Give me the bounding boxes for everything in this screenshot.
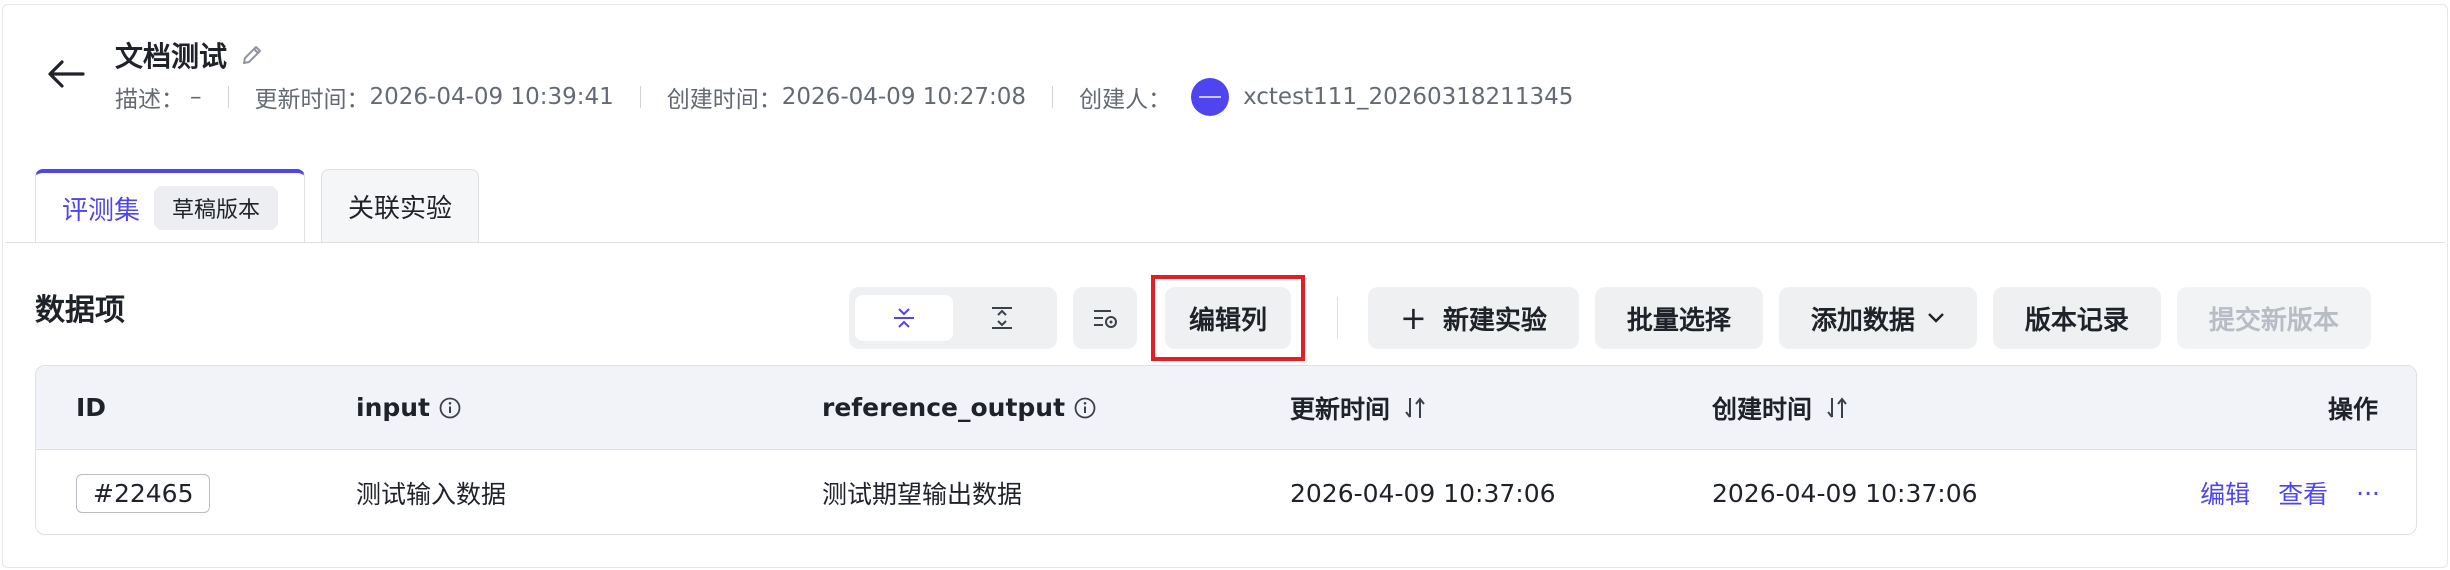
page-frame: 文档测试 描述： – 更新时间： 2026-04-09 10:39:41 创建时…	[2, 4, 2448, 568]
created-meta: 创建时间： 2026-04-09 10:27:08	[667, 80, 1026, 114]
info-icon[interactable]	[1073, 396, 1097, 420]
updated-label: 更新时间：	[254, 87, 370, 113]
add-data-button[interactable]: 添加数据	[1778, 287, 1977, 349]
title-row: 文档测试	[115, 35, 265, 75]
edit-columns-button[interactable]: 编辑列	[1164, 287, 1291, 349]
created-label: 创建时间：	[666, 87, 782, 113]
row-created-at: 2026-04-09 10:37:06	[1712, 478, 1978, 508]
meta-divider	[639, 86, 641, 108]
toolbar: 编辑列 + 新建实验 批量选择 添加数据 版本记录 提交新版本	[849, 275, 2371, 361]
version-history-button[interactable]: 版本记录	[1992, 287, 2161, 349]
col-actions-label: 操作	[2327, 394, 2378, 424]
creator-label: 创建人：	[1079, 87, 1172, 113]
col-updated-at[interactable]: 更新时间	[1290, 390, 1428, 426]
filter-settings-button[interactable]	[1073, 287, 1137, 349]
meta-divider	[1052, 86, 1054, 108]
more-actions-icon[interactable]: ···	[2356, 479, 2380, 508]
col-id-label: ID	[76, 393, 107, 422]
avatar-mark	[1199, 96, 1222, 98]
filter-settings-icon	[1094, 310, 1117, 328]
id-tag: #22465	[76, 473, 211, 513]
arrow-left-icon	[48, 60, 85, 88]
tab-related-experiments[interactable]: 关联实验	[321, 169, 480, 243]
add-data-label: 添加数据	[1810, 305, 1915, 336]
created-value: 2026-04-09 10:27:08	[781, 84, 1027, 110]
view-row-link[interactable]: 查看	[2278, 475, 2328, 511]
creator-name: xctest111_20260318211345	[1243, 84, 1574, 110]
edit-columns-highlight: 编辑列	[1151, 275, 1305, 361]
batch-select-button[interactable]: 批量选择	[1594, 287, 1763, 349]
description-label: 描述：	[115, 87, 184, 113]
col-input-label: input	[356, 393, 431, 422]
meta-row: 描述： – 更新时间： 2026-04-09 10:39:41 创建时间： 20…	[115, 77, 1573, 117]
back-button[interactable]	[41, 52, 91, 96]
row-actions: 编辑 查看 ···	[2200, 475, 2380, 511]
col-actions: 操作	[2328, 390, 2378, 426]
section-title: 数据项	[35, 293, 125, 328]
info-icon[interactable]	[438, 396, 462, 420]
sort-icon[interactable]	[1824, 395, 1850, 421]
row-input: 测试输入数据	[356, 480, 507, 509]
sort-icon[interactable]	[1402, 395, 1428, 421]
plus-icon: +	[1400, 299, 1427, 337]
col-reference-output: reference_output	[822, 393, 1097, 422]
tab-bar: 评测集 草稿版本 关联实验	[35, 169, 480, 243]
table-header: ID input reference_output 更新时间 创建时间 操作	[36, 366, 2416, 450]
expand-icon	[992, 307, 1012, 329]
col-input: input	[356, 393, 462, 422]
tab-label: 评测集	[62, 195, 141, 226]
edit-title-button[interactable]	[239, 42, 265, 68]
meta-divider	[227, 86, 229, 108]
description-meta: 描述： –	[115, 80, 202, 114]
creator-meta: 创建人： xctest111_20260318211345	[1079, 78, 1573, 116]
pencil-icon	[243, 46, 262, 64]
expand-rows-button[interactable]	[953, 295, 1051, 341]
row-id: #22465	[76, 473, 211, 513]
col-created-at[interactable]: 创建时间	[1712, 390, 1850, 426]
table-row[interactable]: #22465 测试输入数据 测试期望输出数据 2026-04-09 10:37:…	[36, 450, 2416, 534]
avatar	[1191, 78, 1230, 116]
new-experiment-button[interactable]: + 新建实验	[1368, 287, 1579, 349]
new-experiment-label: 新建实验	[1442, 305, 1547, 336]
col-created-at-label: 创建时间	[1712, 394, 1813, 424]
updated-value: 2026-04-09 10:39:41	[369, 84, 614, 110]
chevron-down-icon	[1927, 312, 1945, 324]
row-density-toggle	[849, 287, 1057, 349]
submit-version-button[interactable]: 提交新版本	[2176, 287, 2371, 349]
draft-version-badge: 草稿版本	[154, 186, 279, 230]
edit-row-link[interactable]: 编辑	[2200, 475, 2250, 511]
updated-meta: 更新时间： 2026-04-09 10:39:41	[255, 80, 614, 114]
collapse-rows-button[interactable]	[855, 295, 953, 341]
row-updated-at: 2026-04-09 10:37:06	[1290, 478, 1556, 508]
tab-evaluation-set[interactable]: 评测集 草稿版本	[35, 169, 306, 243]
tabs-divider	[5, 242, 2445, 243]
tab-label: 关联实验	[348, 194, 453, 224]
col-id: ID	[76, 393, 106, 422]
row-reference-output: 测试期望输出数据	[822, 480, 1023, 509]
compress-icon	[894, 308, 914, 328]
toolbar-divider	[1337, 297, 1338, 339]
data-table: ID input reference_output 更新时间 创建时间 操作 #…	[35, 365, 2417, 535]
col-reference-output-label: reference_output	[822, 393, 1066, 422]
col-updated-at-label: 更新时间	[1290, 394, 1391, 424]
description-value: –	[190, 84, 202, 110]
page-title: 文档测试	[115, 40, 228, 73]
